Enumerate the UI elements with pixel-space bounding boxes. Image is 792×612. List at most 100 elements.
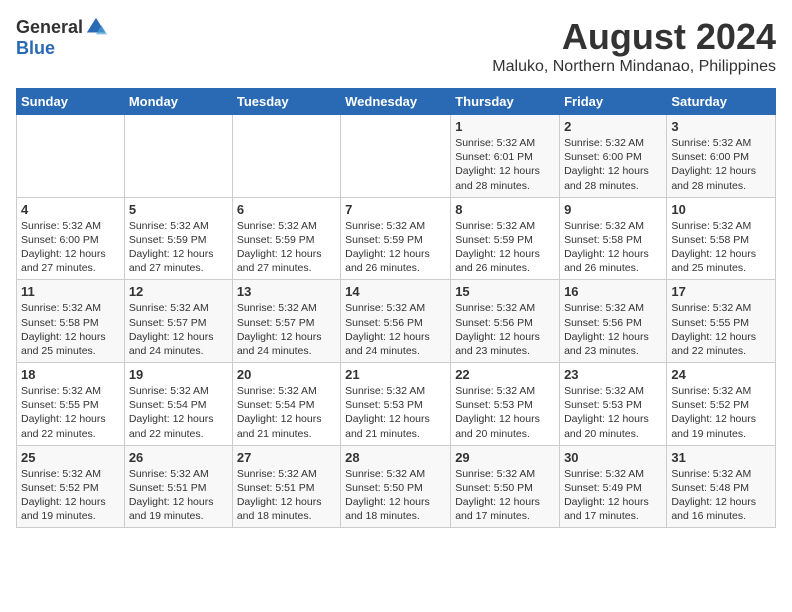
calendar-cell: 5 Sunrise: 5:32 AM Sunset: 5:59 PM Daylig… xyxy=(124,197,232,280)
day-info: Sunrise: 5:32 AM Sunset: 5:52 PM Dayligh… xyxy=(671,384,771,441)
day-info: Sunrise: 5:32 AM Sunset: 5:48 PM Dayligh… xyxy=(671,467,771,524)
day-number: 15 xyxy=(455,284,555,299)
calendar-week-1: 1 Sunrise: 5:32 AM Sunset: 6:01 PM Daylig… xyxy=(17,115,776,198)
calendar-cell: 26 Sunrise: 5:32 AM Sunset: 5:51 PM Dayli… xyxy=(124,445,232,528)
day-info: Sunrise: 5:32 AM Sunset: 6:00 PM Dayligh… xyxy=(564,136,662,193)
weekday-row: SundayMondayTuesdayWednesdayThursdayFrid… xyxy=(17,89,776,115)
day-number: 30 xyxy=(564,450,662,465)
calendar-cell: 4 Sunrise: 5:32 AM Sunset: 6:00 PM Daylig… xyxy=(17,197,125,280)
calendar-table: SundayMondayTuesdayWednesdayThursdayFrid… xyxy=(16,88,776,528)
weekday-header-friday: Friday xyxy=(560,89,667,115)
calendar-cell: 2Sunrise: 5:32 AM Sunset: 6:00 PM Daylig… xyxy=(560,115,667,198)
day-info: Sunrise: 5:32 AM Sunset: 5:54 PM Dayligh… xyxy=(237,384,336,441)
calendar-week-5: 25 Sunrise: 5:32 AM Sunset: 5:52 PM Dayli… xyxy=(17,445,776,528)
day-number: 21 xyxy=(345,367,446,382)
day-number: 23 xyxy=(564,367,662,382)
day-number: 22 xyxy=(455,367,555,382)
calendar-cell: 3Sunrise: 5:32 AM Sunset: 6:00 PM Daylig… xyxy=(667,115,776,198)
calendar-cell: 10Sunrise: 5:32 AM Sunset: 5:58 PM Dayli… xyxy=(667,197,776,280)
day-info: Sunrise: 5:32 AM Sunset: 5:49 PM Dayligh… xyxy=(564,467,662,524)
day-info: Sunrise: 5:32 AM Sunset: 5:50 PM Dayligh… xyxy=(455,467,555,524)
calendar-cell: 14 Sunrise: 5:32 AM Sunset: 5:56 PM Dayli… xyxy=(341,280,451,363)
day-number: 19 xyxy=(129,367,228,382)
calendar-cell: 15 Sunrise: 5:32 AM Sunset: 5:56 PM Dayli… xyxy=(451,280,560,363)
day-number: 25 xyxy=(21,450,120,465)
day-info: Sunrise: 5:32 AM Sunset: 5:58 PM Dayligh… xyxy=(564,219,662,276)
logo: General Blue xyxy=(16,16,107,59)
calendar-cell: 24Sunrise: 5:32 AM Sunset: 5:52 PM Dayli… xyxy=(667,363,776,446)
calendar-cell: 6Sunrise: 5:32 AM Sunset: 5:59 PM Daylig… xyxy=(232,197,340,280)
day-info: Sunrise: 5:32 AM Sunset: 5:52 PM Dayligh… xyxy=(21,467,120,524)
day-number: 6 xyxy=(237,202,336,217)
day-info: Sunrise: 5:32 AM Sunset: 5:51 PM Dayligh… xyxy=(129,467,228,524)
day-number: 5 xyxy=(129,202,228,217)
weekday-header-sunday: Sunday xyxy=(17,89,125,115)
day-info: Sunrise: 5:32 AM Sunset: 5:53 PM Dayligh… xyxy=(455,384,555,441)
day-info: Sunrise: 5:32 AM Sunset: 6:00 PM Dayligh… xyxy=(21,219,120,276)
calendar-cell: 21Sunrise: 5:32 AM Sunset: 5:53 PM Dayli… xyxy=(341,363,451,446)
calendar-cell: 11 Sunrise: 5:32 AM Sunset: 5:58 PM Dayli… xyxy=(17,280,125,363)
day-info: Sunrise: 5:32 AM Sunset: 5:58 PM Dayligh… xyxy=(671,219,771,276)
day-number: 11 xyxy=(21,284,120,299)
main-title: August 2024 xyxy=(492,16,776,58)
day-info: Sunrise: 5:32 AM Sunset: 5:56 PM Dayligh… xyxy=(345,301,446,358)
logo-general-text: General xyxy=(16,17,83,38)
day-info: Sunrise: 5:32 AM Sunset: 5:51 PM Dayligh… xyxy=(237,467,336,524)
calendar-cell: 23 Sunrise: 5:32 AM Sunset: 5:53 PM Dayli… xyxy=(560,363,667,446)
day-info: Sunrise: 5:32 AM Sunset: 6:00 PM Dayligh… xyxy=(671,136,771,193)
calendar-cell: 17 Sunrise: 5:32 AM Sunset: 5:55 PM Dayli… xyxy=(667,280,776,363)
day-info: Sunrise: 5:32 AM Sunset: 5:59 PM Dayligh… xyxy=(455,219,555,276)
day-info: Sunrise: 5:32 AM Sunset: 5:57 PM Dayligh… xyxy=(129,301,228,358)
weekday-header-monday: Monday xyxy=(124,89,232,115)
day-info: Sunrise: 5:32 AM Sunset: 5:56 PM Dayligh… xyxy=(564,301,662,358)
title-block: August 2024 Maluko, Northern Mindanao, P… xyxy=(492,16,776,76)
calendar-cell: 27 Sunrise: 5:32 AM Sunset: 5:51 PM Dayli… xyxy=(232,445,340,528)
day-number: 7 xyxy=(345,202,446,217)
day-number: 4 xyxy=(21,202,120,217)
calendar-cell: 20 Sunrise: 5:32 AM Sunset: 5:54 PM Dayli… xyxy=(232,363,340,446)
day-info: Sunrise: 5:32 AM Sunset: 5:59 PM Dayligh… xyxy=(345,219,446,276)
calendar-cell xyxy=(341,115,451,198)
calendar-header: SundayMondayTuesdayWednesdayThursdayFrid… xyxy=(17,89,776,115)
day-number: 14 xyxy=(345,284,446,299)
subtitle: Maluko, Northern Mindanao, Philippines xyxy=(492,58,776,76)
day-number: 12 xyxy=(129,284,228,299)
day-info: Sunrise: 5:32 AM Sunset: 5:50 PM Dayligh… xyxy=(345,467,446,524)
calendar-cell: 8 Sunrise: 5:32 AM Sunset: 5:59 PM Daylig… xyxy=(451,197,560,280)
logo-icon xyxy=(85,16,107,38)
day-info: Sunrise: 5:32 AM Sunset: 6:01 PM Dayligh… xyxy=(455,136,555,193)
day-info: Sunrise: 5:32 AM Sunset: 5:54 PM Dayligh… xyxy=(129,384,228,441)
weekday-header-saturday: Saturday xyxy=(667,89,776,115)
calendar-body: 1 Sunrise: 5:32 AM Sunset: 6:01 PM Daylig… xyxy=(17,115,776,528)
day-number: 28 xyxy=(345,450,446,465)
day-number: 1 xyxy=(455,119,555,134)
day-number: 26 xyxy=(129,450,228,465)
day-info: Sunrise: 5:32 AM Sunset: 5:57 PM Dayligh… xyxy=(237,301,336,358)
day-number: 31 xyxy=(671,450,771,465)
page-header: General Blue August 2024 Maluko, Norther… xyxy=(16,16,776,76)
calendar-cell: 1 Sunrise: 5:32 AM Sunset: 6:01 PM Daylig… xyxy=(451,115,560,198)
calendar-cell: 30 Sunrise: 5:32 AM Sunset: 5:49 PM Dayli… xyxy=(560,445,667,528)
day-number: 20 xyxy=(237,367,336,382)
logo-blue-text: Blue xyxy=(16,38,55,59)
calendar-cell xyxy=(232,115,340,198)
calendar-cell: 16Sunrise: 5:32 AM Sunset: 5:56 PM Dayli… xyxy=(560,280,667,363)
day-number: 18 xyxy=(21,367,120,382)
calendar-cell: 31 Sunrise: 5:32 AM Sunset: 5:48 PM Dayli… xyxy=(667,445,776,528)
day-info: Sunrise: 5:32 AM Sunset: 5:56 PM Dayligh… xyxy=(455,301,555,358)
day-number: 13 xyxy=(237,284,336,299)
calendar-cell: 18 Sunrise: 5:32 AM Sunset: 5:55 PM Dayli… xyxy=(17,363,125,446)
calendar-cell xyxy=(124,115,232,198)
day-number: 8 xyxy=(455,202,555,217)
day-number: 27 xyxy=(237,450,336,465)
day-info: Sunrise: 5:32 AM Sunset: 5:53 PM Dayligh… xyxy=(564,384,662,441)
day-number: 29 xyxy=(455,450,555,465)
weekday-header-thursday: Thursday xyxy=(451,89,560,115)
day-info: Sunrise: 5:32 AM Sunset: 5:55 PM Dayligh… xyxy=(671,301,771,358)
day-info: Sunrise: 5:32 AM Sunset: 5:55 PM Dayligh… xyxy=(21,384,120,441)
day-info: Sunrise: 5:32 AM Sunset: 5:58 PM Dayligh… xyxy=(21,301,120,358)
day-info: Sunrise: 5:32 AM Sunset: 5:59 PM Dayligh… xyxy=(129,219,228,276)
day-number: 17 xyxy=(671,284,771,299)
calendar-week-3: 11 Sunrise: 5:32 AM Sunset: 5:58 PM Dayli… xyxy=(17,280,776,363)
calendar-cell xyxy=(17,115,125,198)
